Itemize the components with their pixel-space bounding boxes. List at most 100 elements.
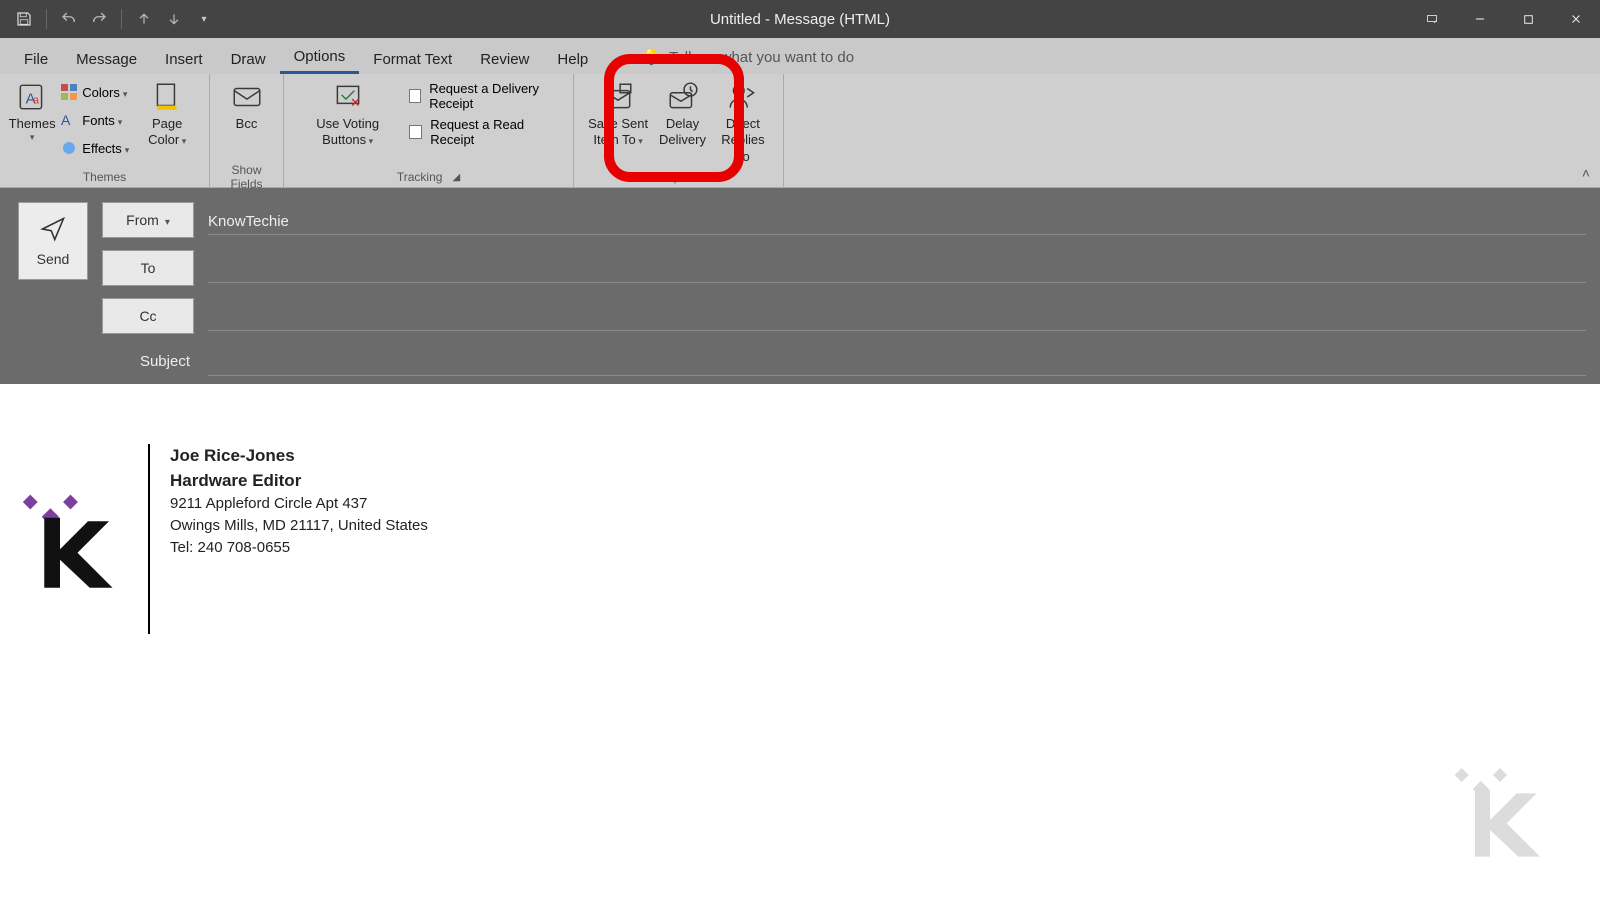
tell-me-placeholder: Tell me what you want to do bbox=[669, 49, 854, 66]
from-button[interactable]: From bbox=[102, 202, 194, 238]
signature-block: Joe Rice-Jones Hardware Editor 9211 Appl… bbox=[18, 444, 1570, 634]
group-more-options-label: More Options◢ bbox=[582, 167, 775, 187]
voting-icon bbox=[331, 80, 365, 114]
ribbon-tabs: File Message Insert Draw Options Format … bbox=[0, 38, 1600, 74]
to-button[interactable]: To bbox=[102, 250, 194, 286]
tab-help[interactable]: Help bbox=[543, 43, 602, 74]
delay-delivery-button[interactable]: Delay Delivery bbox=[654, 78, 711, 151]
save-sent-label: Save Sent Item To ▾ bbox=[588, 116, 648, 149]
signature-addr1: 9211 Appleford Circle Apt 437 bbox=[170, 493, 428, 515]
to-field[interactable] bbox=[208, 253, 1586, 283]
direct-replies-icon bbox=[726, 80, 760, 114]
voting-label: Use Voting Buttons ▾ bbox=[298, 116, 397, 149]
colors-button[interactable]: Colors bbox=[56, 78, 133, 106]
tab-review[interactable]: Review bbox=[466, 43, 543, 74]
subject-field[interactable] bbox=[208, 346, 1586, 376]
lightbulb-icon: 💡 bbox=[642, 48, 661, 66]
cc-field[interactable] bbox=[208, 301, 1586, 331]
request-delivery-receipt-checkbox[interactable]: Request a Delivery Receipt bbox=[403, 78, 565, 114]
send-icon bbox=[39, 215, 67, 243]
ribbon-options: Aa Themes ▾ Colors A Fonts bbox=[0, 74, 1600, 188]
colors-icon bbox=[60, 83, 78, 101]
checkbox-icon bbox=[409, 89, 421, 103]
window-title: Untitled - Message (HTML) bbox=[710, 11, 890, 28]
signature-tel: Tel: 240 708-0655 bbox=[170, 537, 428, 559]
save-sent-item-to-button[interactable]: Save Sent Item To ▾ bbox=[582, 78, 654, 151]
redo-icon[interactable] bbox=[89, 9, 109, 29]
save-icon[interactable] bbox=[14, 9, 34, 29]
checkbox-icon bbox=[409, 125, 422, 139]
title-bar: ▾ Untitled - Message (HTML) bbox=[0, 0, 1600, 38]
signature-name: Joe Rice-Jones bbox=[170, 444, 428, 469]
page-color-label: Page Color ▾ bbox=[139, 116, 195, 149]
signature-addr2: Owings Mills, MD 21117, United States bbox=[170, 515, 428, 537]
subject-label: Subject bbox=[102, 353, 194, 370]
from-label: From bbox=[126, 212, 159, 228]
themes-button[interactable]: Aa Themes ▾ bbox=[8, 78, 56, 146]
use-voting-buttons-button[interactable]: Use Voting Buttons ▾ bbox=[292, 78, 403, 151]
tab-format-text[interactable]: Format Text bbox=[359, 43, 466, 74]
tab-message[interactable]: Message bbox=[62, 43, 151, 74]
fonts-icon: A bbox=[60, 111, 78, 129]
signature-title: Hardware Editor bbox=[170, 469, 428, 494]
signature-text: Joe Rice-Jones Hardware Editor 9211 Appl… bbox=[170, 444, 428, 559]
group-show-fields-label: Show Fields bbox=[218, 167, 275, 187]
ribbon-display-options-icon[interactable] bbox=[1408, 0, 1456, 38]
effects-label: Effects bbox=[82, 141, 129, 156]
tab-insert[interactable]: Insert bbox=[151, 43, 217, 74]
group-show-fields: Bcc Show Fields bbox=[210, 74, 284, 187]
save-sent-icon bbox=[601, 80, 635, 114]
from-value: KnowTechie bbox=[208, 205, 1586, 235]
group-more-options: Save Sent Item To ▾ Delay Delivery Direc… bbox=[574, 74, 784, 187]
minimize-icon[interactable] bbox=[1456, 0, 1504, 38]
send-button[interactable]: Send bbox=[18, 202, 88, 280]
delay-delivery-icon bbox=[666, 80, 700, 114]
quick-access-toolbar: ▾ bbox=[0, 9, 214, 29]
watermark-logo bbox=[1450, 765, 1550, 870]
direct-replies-label: Direct Replies To bbox=[717, 116, 769, 165]
undo-icon[interactable] bbox=[59, 9, 79, 29]
qat-customize-icon[interactable]: ▾ bbox=[194, 9, 214, 29]
bcc-label: Bcc bbox=[236, 116, 258, 132]
svg-text:A: A bbox=[61, 112, 71, 128]
bcc-icon bbox=[230, 80, 264, 114]
effects-button[interactable]: Effects bbox=[56, 134, 133, 162]
read-receipt-label: Request a Read Receipt bbox=[430, 117, 559, 147]
fonts-button[interactable]: A Fonts bbox=[56, 106, 133, 134]
group-tracking-label: Tracking◢ bbox=[292, 167, 565, 187]
fonts-label: Fonts bbox=[82, 113, 122, 128]
page-color-button[interactable]: Page Color ▾ bbox=[133, 78, 201, 151]
cc-button[interactable]: Cc bbox=[102, 298, 194, 334]
themes-label: Themes bbox=[9, 116, 56, 132]
maximize-icon[interactable] bbox=[1504, 0, 1552, 38]
window-controls bbox=[1408, 0, 1600, 38]
tab-file[interactable]: File bbox=[10, 43, 62, 74]
themes-icon: Aa bbox=[15, 80, 49, 114]
company-logo bbox=[18, 444, 128, 629]
to-label: To bbox=[141, 260, 156, 276]
direct-replies-to-button[interactable]: Direct Replies To bbox=[711, 78, 775, 167]
message-body[interactable]: Joe Rice-Jones Hardware Editor 9211 Appl… bbox=[0, 384, 1600, 900]
tracking-launcher-icon[interactable]: ◢ bbox=[452, 172, 460, 183]
tab-draw[interactable]: Draw bbox=[217, 43, 280, 74]
effects-icon bbox=[60, 139, 78, 157]
message-header: Send From KnowTechie To Cc Subject bbox=[0, 188, 1600, 384]
bcc-button[interactable]: Bcc bbox=[223, 78, 271, 134]
arrow-up-icon[interactable] bbox=[134, 9, 154, 29]
send-label: Send bbox=[37, 251, 70, 267]
collapse-ribbon-icon[interactable]: ˄ bbox=[1582, 165, 1590, 181]
page-color-icon bbox=[150, 80, 184, 114]
cc-label: Cc bbox=[139, 308, 156, 324]
tab-options[interactable]: Options bbox=[280, 40, 360, 74]
arrow-down-icon[interactable] bbox=[164, 9, 184, 29]
more-options-launcher-icon[interactable]: ◢ bbox=[716, 172, 724, 183]
tell-me-search[interactable]: 💡 Tell me what you want to do bbox=[642, 40, 854, 74]
group-tracking: Use Voting Buttons ▾ Request a Delivery … bbox=[284, 74, 574, 187]
close-icon[interactable] bbox=[1552, 0, 1600, 38]
group-themes: Aa Themes ▾ Colors A Fonts bbox=[0, 74, 210, 187]
request-read-receipt-checkbox[interactable]: Request a Read Receipt bbox=[403, 114, 565, 150]
colors-label: Colors bbox=[82, 85, 127, 100]
signature-divider bbox=[148, 444, 150, 634]
svg-text:a: a bbox=[33, 94, 39, 106]
delivery-receipt-label: Request a Delivery Receipt bbox=[429, 81, 559, 111]
